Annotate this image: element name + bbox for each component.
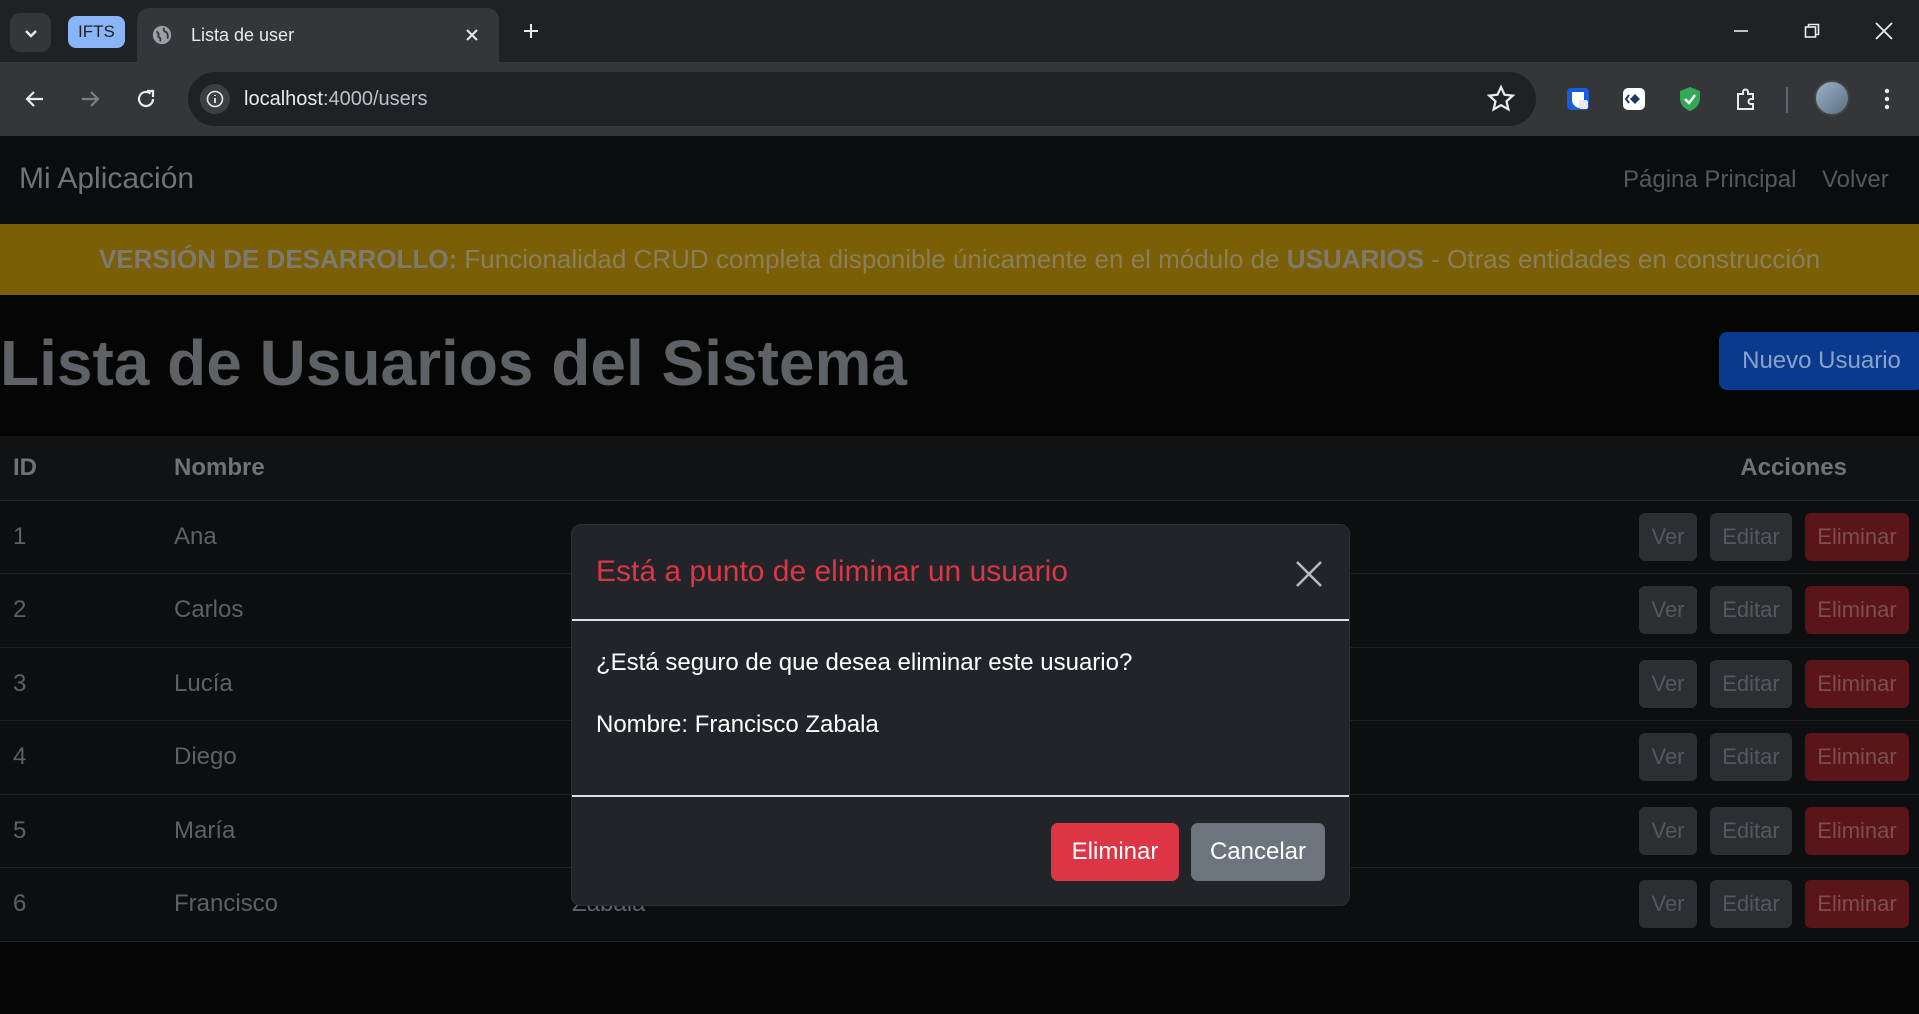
banner-text-1: Funcionalidad CRUD completa disponible ú… <box>457 244 1287 274</box>
tab-search-button[interactable] <box>10 13 51 52</box>
delete-user-modal: Está a punto de eliminar un usuario ¿Est… <box>571 524 1350 906</box>
banner-highlight: USUARIOS <box>1286 244 1425 274</box>
restore-icon <box>1804 23 1820 38</box>
col-header-acciones: Acciones <box>855 436 1919 501</box>
delete-button[interactable]: Eliminar <box>1805 659 1909 708</box>
edit-button[interactable]: Editar <box>1710 733 1792 782</box>
cell-nombre: Diego <box>174 720 572 795</box>
shield-extension-icon[interactable] <box>1674 83 1706 115</box>
col-header-nombre: Nombre <box>174 436 572 501</box>
more-menu-icon[interactable] <box>1872 83 1902 115</box>
arrow-right-icon <box>82 91 100 107</box>
url-text[interactable]: localhost:4000/users <box>244 88 427 111</box>
cell-nombre: Lucía <box>174 647 572 721</box>
globe-icon <box>152 25 172 45</box>
modal-footer: Eliminar Cancelar <box>572 797 1349 905</box>
view-button[interactable]: Ver <box>1639 880 1697 929</box>
view-button[interactable]: Ver <box>1639 806 1697 855</box>
delete-button[interactable]: Eliminar <box>1805 586 1909 635</box>
modal-title: Está a punto de eliminar un usuario <box>596 555 1068 588</box>
cell-id: 3 <box>0 647 174 721</box>
cell-nombre: Carlos <box>174 573 572 648</box>
view-button[interactable]: Ver <box>1639 659 1697 708</box>
banner-text: VERSIÓN DE DESARROLLO: Funcionalidad CRU… <box>99 244 1820 275</box>
dev-version-banner: VERSIÓN DE DESARROLLO: Funcionalidad CRU… <box>0 224 1919 295</box>
delete-button[interactable]: Eliminar <box>1805 512 1909 561</box>
chevron-down-icon <box>24 29 37 38</box>
col-header-id: ID <box>0 436 174 501</box>
modal-user-detail: Nombre: Francisco Zabala <box>596 711 879 738</box>
puzzle-icon[interactable] <box>1730 83 1762 115</box>
back-button[interactable] <box>16 80 54 118</box>
modal-body: ¿Está seguro de que desea eliminar este … <box>572 621 1349 797</box>
modal-question: ¿Está seguro de que desea eliminar este … <box>596 649 1133 676</box>
cancel-button[interactable]: Cancelar <box>1191 823 1325 881</box>
bitwarden-extension-icon[interactable] <box>1562 83 1594 115</box>
tab-group-chip[interactable]: IFTS <box>68 16 125 48</box>
tab-close-icon[interactable] <box>457 20 487 50</box>
reload-icon <box>137 89 155 108</box>
delete-button[interactable]: Eliminar <box>1805 880 1909 929</box>
new-tab-button[interactable] <box>514 14 548 48</box>
nav-link-home[interactable]: Página Principal <box>1623 166 1796 194</box>
url-path: :4000/users <box>322 87 428 110</box>
cell-id: 1 <box>0 500 174 574</box>
close-icon[interactable] <box>1292 557 1326 591</box>
cell-nombre: Ana <box>174 500 572 574</box>
cell-id: 6 <box>0 867 174 942</box>
app-brand[interactable]: Mi Aplicación <box>19 162 194 196</box>
cell-nombre: María <box>174 794 572 868</box>
edit-button[interactable]: Editar <box>1710 806 1792 855</box>
app-navbar: Mi Aplicación Página Principal Volver <box>0 136 1919 224</box>
cell-id: 2 <box>0 573 174 648</box>
tab-title: Lista de user <box>191 24 295 45</box>
address-bar[interactable]: localhost:4000/users <box>188 72 1536 126</box>
nav-link-back[interactable]: Volver <box>1822 166 1889 194</box>
browser-toolbar: localhost:4000/users <box>0 62 1919 136</box>
edit-button[interactable]: Editar <box>1710 586 1792 635</box>
delete-button[interactable]: Eliminar <box>1805 806 1909 855</box>
browser-tab-active[interactable]: Lista de user <box>137 8 499 62</box>
modal-header: Está a punto de eliminar un usuario <box>572 525 1349 621</box>
minimize-icon <box>1734 30 1748 32</box>
view-button[interactable]: Ver <box>1639 733 1697 782</box>
edit-button[interactable]: Editar <box>1710 512 1792 561</box>
page-title: Lista de Usuarios del Sistema <box>0 327 907 399</box>
reload-button[interactable] <box>127 80 165 118</box>
bookmark-star-icon[interactable] <box>1486 84 1516 114</box>
col-header-apellido <box>572 436 856 501</box>
banner-lead: VERSIÓN DE DESARROLLO: <box>98 244 458 274</box>
close-window-button[interactable] <box>1862 10 1906 52</box>
confirm-delete-button[interactable]: Eliminar <box>1051 823 1179 881</box>
cell-nombre: Francisco <box>174 867 572 942</box>
plus-icon <box>524 24 538 38</box>
profile-avatar[interactable] <box>1814 80 1850 116</box>
web-page: Mi Aplicación Página Principal Volver VE… <box>0 136 1919 1014</box>
delete-button[interactable]: Eliminar <box>1805 733 1909 782</box>
view-button[interactable]: Ver <box>1639 586 1697 635</box>
code-extension-icon[interactable] <box>1618 83 1650 115</box>
new-user-button[interactable]: Nuevo Usuario <box>1719 332 1919 390</box>
close-icon <box>1875 22 1893 40</box>
arrow-left-icon <box>25 91 43 107</box>
edit-button[interactable]: Editar <box>1710 659 1792 708</box>
toolbar-separator <box>1786 87 1788 113</box>
edit-button[interactable]: Editar <box>1710 880 1792 929</box>
cell-id: 5 <box>0 794 174 868</box>
site-info-icon[interactable] <box>200 84 230 114</box>
restore-button[interactable] <box>1790 10 1834 52</box>
table-header-row: ID Nombre Acciones <box>0 436 1919 501</box>
forward-button[interactable] <box>71 80 109 118</box>
cell-id: 4 <box>0 720 174 795</box>
view-button[interactable]: Ver <box>1639 512 1697 561</box>
minimize-button[interactable] <box>1719 10 1763 52</box>
url-host: localhost <box>244 87 323 110</box>
banner-text-2: - Otras entidades en construcción <box>1424 244 1821 274</box>
browser-tabstrip: IFTS Lista de user <box>0 0 1919 62</box>
